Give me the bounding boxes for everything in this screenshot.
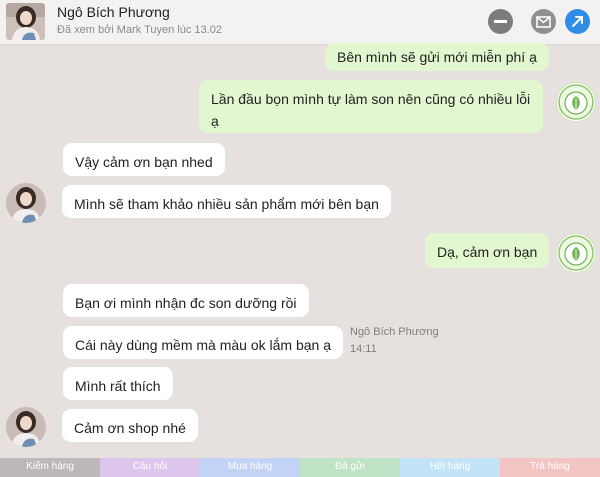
message-bubble-incoming[interactable]: Bạn ơi mình nhận đc son dưỡng rồi xyxy=(63,284,309,317)
contact-name: Ngô Bích Phương xyxy=(57,4,170,20)
message-bubble-incoming[interactable]: Cảm ơn shop nhé xyxy=(62,409,198,442)
message-bubble-incoming[interactable]: Cái này dùng mềm mà màu ok lắm bạn ạ xyxy=(63,326,344,359)
open-conversation-button[interactable] xyxy=(565,9,590,34)
tab-tra-hang[interactable]: Trả hàng xyxy=(500,458,600,477)
message-bubble-incoming[interactable]: Mình sẽ tham khảo nhiều sản phẩm mới bên… xyxy=(62,185,391,218)
minus-icon xyxy=(494,20,507,23)
message-time: 14:11 xyxy=(350,343,377,355)
mail-button[interactable] xyxy=(531,9,556,34)
message-bubble-outgoing[interactable]: Lần đầu bọn mình tự làm son nên cũng có … xyxy=(199,80,543,133)
arrow-up-right-icon xyxy=(572,16,583,27)
message-bubble-outgoing[interactable]: Bên mình sẽ gửi mới miễn phí ạ xyxy=(325,43,549,71)
minimize-button[interactable] xyxy=(488,9,513,34)
message-bubble-incoming[interactable]: Mình rất thích xyxy=(63,367,173,400)
tab-mua-hang[interactable]: Mua hàng xyxy=(200,458,300,477)
mail-icon xyxy=(536,16,551,28)
tab-da-gui[interactable]: Đã gửi xyxy=(300,458,400,477)
label-tabs: Kiếm hàng Câu hỏi Mua hàng Đã gửi Hết hà… xyxy=(0,458,600,477)
message-bubble-incoming[interactable]: Vậy cảm ơn bạn nhed xyxy=(63,143,225,176)
shop-avatar[interactable] xyxy=(556,82,596,122)
contact-avatar[interactable] xyxy=(6,183,46,223)
tab-cau-hoi[interactable]: Câu hỏi xyxy=(100,458,200,477)
sender-name: Ngô Bích Phương xyxy=(350,326,439,338)
shop-avatar[interactable] xyxy=(556,233,596,273)
tab-het-hang[interactable]: Hết hàng xyxy=(400,458,500,477)
chat-header: Ngô Bích Phương Đã xem bởi Mark Tuyen lú… xyxy=(0,0,600,45)
seen-status: Đã xem bởi Mark Tuyen lúc 13.02 xyxy=(57,24,222,36)
contact-avatar[interactable] xyxy=(6,3,45,40)
tab-kiem-hang[interactable]: Kiếm hàng xyxy=(0,458,100,477)
contact-avatar[interactable] xyxy=(6,407,46,447)
message-bubble-outgoing[interactable]: Dạ, cảm ơn bạn xyxy=(425,233,550,268)
